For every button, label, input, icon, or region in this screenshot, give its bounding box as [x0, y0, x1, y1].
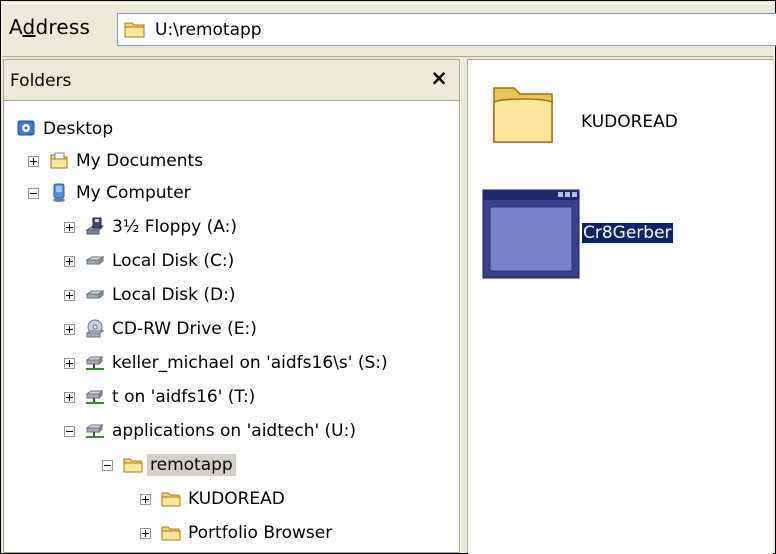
tree-label: 3½ Floppy (A:) [112, 217, 237, 237]
folders-pane-title: Folders [10, 71, 72, 91]
address-input[interactable]: U:\remotapp [117, 13, 776, 46]
desktop-icon [16, 119, 36, 139]
hard-disk-icon [85, 251, 105, 271]
floppy-drive-icon [85, 217, 105, 237]
my-documents-icon [49, 151, 69, 171]
expand-icon[interactable] [140, 527, 151, 539]
folders-pane-header: Folders × [4, 60, 459, 101]
tree-item-network-drive-t[interactable]: t on 'aidfs16' (T:) [64, 382, 255, 412]
address-bar: Address U:\remotapp [3, 3, 776, 57]
tree-label: Desktop [43, 119, 114, 139]
network-drive-icon [85, 387, 105, 407]
tree-item-portfolio-browser[interactable]: Portfolio Browser [140, 518, 332, 548]
tree-label: t on 'aidfs16' (T:) [112, 387, 256, 407]
tree-item-partial [92, 548, 114, 552]
explorer-window: Address U:\remotapp Folders × Desktop My… [0, 0, 776, 554]
expand-icon[interactable] [64, 221, 75, 233]
address-path: U:\remotapp [155, 20, 262, 40]
large-folder-icon [490, 87, 558, 153]
expand-icon[interactable] [140, 493, 151, 505]
tree-label: Local Disk (D:) [112, 285, 236, 305]
collapse-icon[interactable] [102, 459, 113, 471]
cd-drive-icon [85, 319, 105, 339]
tree-item-my-computer[interactable]: My Computer [28, 178, 191, 208]
expand-icon[interactable] [64, 323, 75, 335]
tree-item-local-disk-d[interactable]: Local Disk (D:) [64, 280, 235, 310]
tree-label: My Computer [76, 183, 191, 203]
expand-icon[interactable] [64, 255, 75, 267]
application-icon [482, 189, 580, 284]
tree-item-floppy[interactable]: 3½ Floppy (A:) [64, 212, 237, 242]
folder-icon [124, 20, 146, 44]
tree-item-local-disk-c[interactable]: Local Disk (C:) [64, 246, 234, 276]
collapse-icon[interactable] [28, 187, 39, 199]
tree-label: CD-RW Drive (E:) [112, 319, 257, 339]
expand-icon[interactable] [64, 391, 75, 403]
expand-icon[interactable] [64, 357, 75, 369]
pane-splitter[interactable] [460, 59, 468, 553]
content-item-cr8gerber[interactable] [482, 189, 580, 284]
contents-pane: KUDOREAD Cr8Gerber [468, 59, 773, 554]
tree-item-network-drive-u[interactable]: applications on 'aidtech' (U:) [64, 416, 356, 446]
tree-item-remotapp[interactable]: remotapp [102, 450, 236, 480]
folder-icon [161, 523, 181, 543]
tree-item-my-documents[interactable]: My Documents [28, 146, 203, 176]
tree-label: applications on 'aidtech' (U:) [112, 421, 356, 441]
content-item-label: Cr8Gerber [581, 222, 674, 244]
collapse-icon[interactable] [64, 425, 75, 437]
network-drive-icon [85, 421, 105, 441]
tree-label: My Documents [76, 151, 204, 171]
expand-icon[interactable] [28, 155, 39, 167]
tree-label: Portfolio Browser [188, 523, 333, 543]
tree-item-network-drive-s[interactable]: keller_michael on 'aidfs16\s' (S:) [64, 348, 388, 378]
address-label: Address [9, 15, 91, 39]
content-item-kudoread[interactable] [490, 74, 558, 153]
open-folder-icon [123, 455, 143, 475]
tree-item-kudoread[interactable]: KUDOREAD [140, 484, 285, 514]
expand-icon[interactable] [64, 289, 75, 301]
folder-icon [161, 489, 181, 509]
tree-label: remotapp [147, 454, 236, 476]
close-icon[interactable]: × [427, 66, 451, 90]
my-computer-icon [49, 183, 69, 203]
content-item-label: KUDOREAD [581, 112, 678, 132]
tree-label: KUDOREAD [188, 489, 285, 509]
network-drive-icon [85, 353, 105, 373]
tree-label: Local Disk (C:) [112, 251, 235, 271]
folders-pane: Folders × Desktop My Documents My Comput… [3, 59, 460, 553]
tree-item-cd-rw-drive[interactable]: CD-RW Drive (E:) [64, 314, 257, 344]
tree-item-desktop[interactable]: Desktop [16, 114, 113, 144]
tree-label: keller_michael on 'aidfs16\s' (S:) [112, 353, 388, 373]
hard-disk-icon [85, 285, 105, 305]
